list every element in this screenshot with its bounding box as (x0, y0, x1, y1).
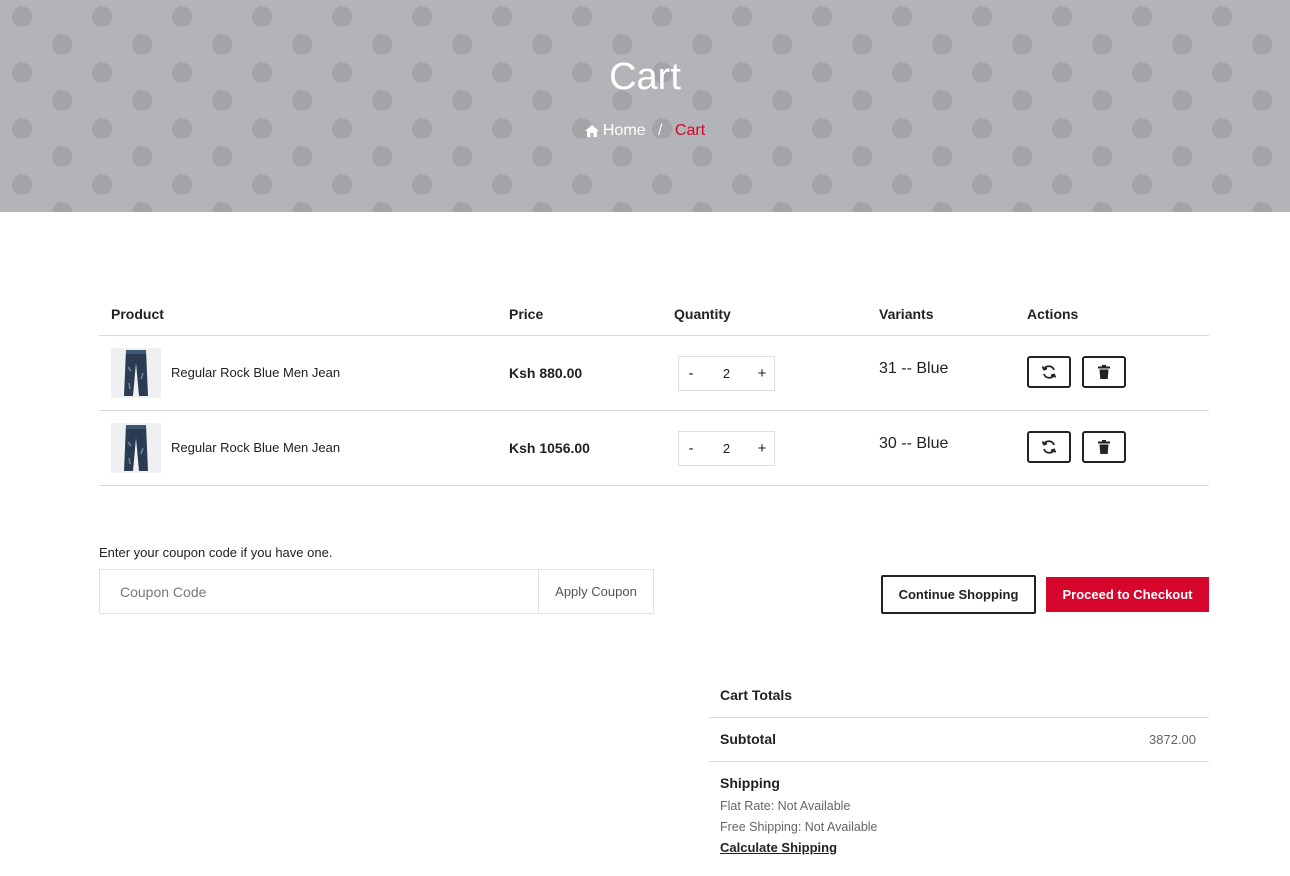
home-icon (584, 125, 599, 137)
header-variants: Variants (879, 306, 934, 322)
proceed-to-checkout-button[interactable]: Proceed to Checkout (1046, 577, 1209, 612)
subtotal-row: Subtotal 3872.00 (709, 718, 1209, 762)
quantity-input[interactable]: 2 (703, 366, 750, 381)
coupon-form: Apply Coupon (99, 569, 654, 614)
quantity-decrease-button[interactable]: - (679, 440, 703, 457)
quantity-stepper: - 2 + (678, 431, 775, 466)
flat-rate-text: Flat Rate: Not Available (720, 799, 851, 813)
cart-totals: Cart Totals Subtotal 3872.00 Shipping Fl… (709, 676, 1209, 857)
table-header: Product Price Quantity Variants Actions (99, 292, 1209, 336)
quantity-input[interactable]: 2 (703, 441, 750, 456)
table-row: Regular Rock Blue Men Jean Ksh 1056.00 -… (99, 411, 1209, 486)
product-price: Ksh 1056.00 (509, 440, 590, 456)
trash-icon (1098, 365, 1110, 379)
subtotal-value: 3872.00 (1149, 732, 1196, 747)
table-row: Regular Rock Blue Men Jean Ksh 880.00 - … (99, 336, 1209, 411)
breadcrumb-separator: / (658, 122, 663, 140)
breadcrumb-home-link[interactable]: Home (584, 122, 650, 139)
shipping-label: Shipping (720, 775, 780, 791)
product-name[interactable]: Regular Rock Blue Men Jean (171, 365, 340, 380)
delete-item-button[interactable] (1082, 356, 1126, 388)
cart-totals-title: Cart Totals (709, 676, 1209, 718)
product-price: Ksh 880.00 (509, 365, 583, 381)
product-thumbnail[interactable] (111, 423, 161, 473)
cart-table: Product Price Quantity Variants Actions … (99, 292, 1209, 486)
quantity-stepper: - 2 + (678, 356, 775, 391)
quantity-increase-button[interactable]: + (750, 440, 774, 457)
coupon-code-input[interactable] (100, 570, 538, 613)
coupon-hint: Enter your coupon code if you have one. (99, 545, 333, 560)
continue-shopping-button[interactable]: Continue Shopping (881, 575, 1036, 614)
breadcrumb-home-label: Home (602, 122, 646, 139)
jeans-image (124, 350, 148, 396)
product-name[interactable]: Regular Rock Blue Men Jean (171, 440, 340, 455)
refresh-icon (1041, 440, 1057, 454)
header-actions: Actions (1027, 306, 1079, 322)
header-product: Product (111, 306, 164, 322)
jeans-image (124, 425, 148, 471)
delete-item-button[interactable] (1082, 431, 1126, 463)
breadcrumb: Home / Cart (0, 122, 1290, 140)
subtotal-label: Subtotal (720, 731, 776, 747)
quantity-increase-button[interactable]: + (750, 365, 774, 382)
product-thumbnail[interactable] (111, 348, 161, 398)
update-cart-button[interactable] (1027, 356, 1071, 388)
leaf-pattern-background (0, 0, 1290, 212)
quantity-decrease-button[interactable]: - (679, 365, 703, 382)
header-price: Price (509, 306, 544, 322)
update-cart-button[interactable] (1027, 431, 1071, 463)
trash-icon (1098, 440, 1110, 454)
page-title: Cart (609, 56, 681, 98)
free-shipping-text: Free Shipping: Not Available (720, 820, 878, 834)
product-variant: 30 -- Blue (879, 435, 949, 452)
header-quantity: Quantity (674, 306, 731, 322)
refresh-icon (1041, 365, 1057, 379)
calculate-shipping-link[interactable]: Calculate Shipping (720, 840, 837, 855)
product-variant: 31 -- Blue (879, 360, 949, 377)
breadcrumb-current: Cart (674, 122, 706, 140)
page-banner: Cart Home / Cart (0, 0, 1290, 212)
apply-coupon-button[interactable]: Apply Coupon (538, 570, 653, 613)
